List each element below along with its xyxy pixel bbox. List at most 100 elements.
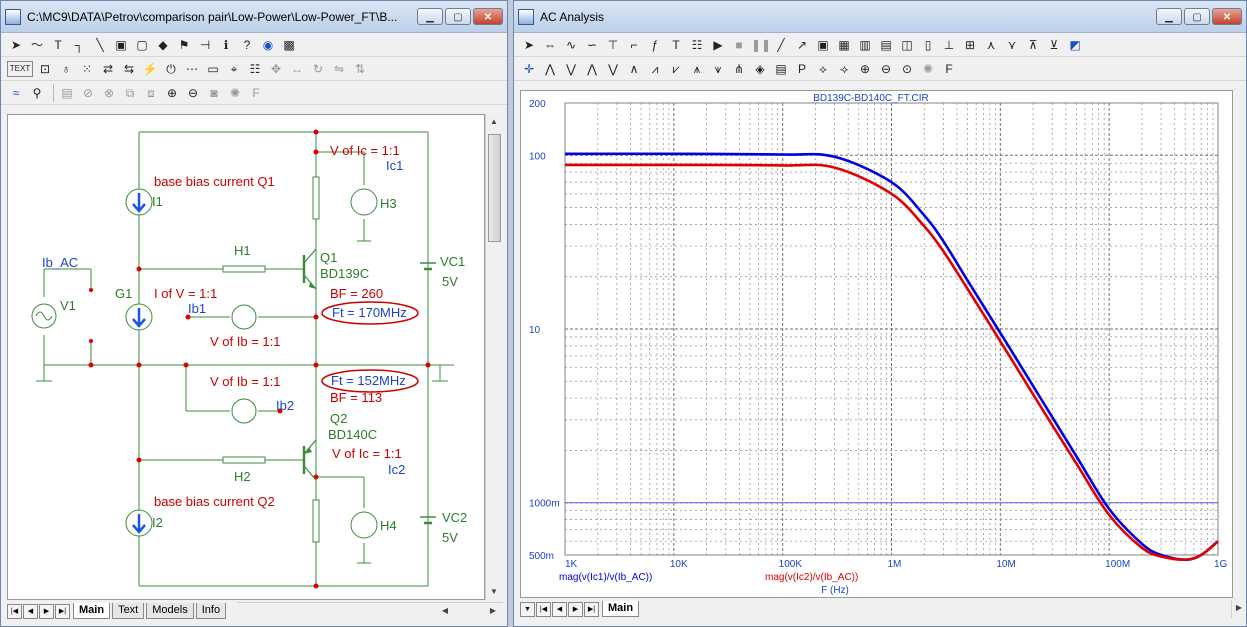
minimize-button[interactable]: ▁ xyxy=(417,8,443,25)
top-icon[interactable]: ⩚ xyxy=(688,60,706,78)
valley-cursor-icon[interactable]: ⋁ xyxy=(562,60,580,78)
current-source-g1[interactable] xyxy=(125,303,153,331)
analysis-scroll-corner[interactable]: ▶ xyxy=(1231,600,1246,618)
axis-icon[interactable]: ⊥ xyxy=(940,36,958,54)
info-icon[interactable]: ℹ xyxy=(217,36,235,54)
high-cursor-icon[interactable]: ⋀ xyxy=(583,60,601,78)
sense-ic2[interactable] xyxy=(312,499,320,543)
cursor-mode-icon[interactable]: ✛ xyxy=(520,60,538,78)
tab-dropdown-icon[interactable]: ▼ xyxy=(520,601,535,617)
on-off-icon[interactable]: ⏻ xyxy=(162,60,180,78)
node-voltage-icon[interactable]: ⇄ xyxy=(99,60,117,78)
waveform-alt-icon[interactable]: ∽ xyxy=(583,36,601,54)
slope-icon[interactable]: ⋔ xyxy=(730,60,748,78)
source-ib2[interactable] xyxy=(231,398,257,424)
properties-icon[interactable]: ☷ xyxy=(688,36,706,54)
minimize-button[interactable]: ▁ xyxy=(1156,8,1182,25)
major-grid-icon[interactable]: ◫ xyxy=(898,36,916,54)
zoom-out-icon[interactable]: ⊖ xyxy=(877,60,895,78)
text-tool-icon[interactable]: T xyxy=(667,36,685,54)
pin-connections-icon[interactable]: ♁ xyxy=(57,60,75,78)
tab-models[interactable]: Models xyxy=(146,603,194,619)
wave-icon[interactable]: 〜 xyxy=(28,36,46,54)
sense-h1[interactable] xyxy=(222,265,266,273)
font-icon[interactable]: F xyxy=(940,60,958,78)
cursor-palette-icon[interactable]: ◈ xyxy=(751,60,769,78)
vertical-grid-icon[interactable]: ▥ xyxy=(856,36,874,54)
waveform-icon[interactable]: ∿ xyxy=(562,36,580,54)
schematic-titlebar[interactable]: C:\MC9\DATA\Petrov\comparison pair\Low-P… xyxy=(1,1,507,33)
pin-icon[interactable]: ⊣ xyxy=(196,36,214,54)
close-button[interactable]: ✕ xyxy=(1212,8,1242,25)
y-cursor-icon[interactable]: ⟢ xyxy=(835,60,853,78)
grid-icon[interactable]: ▦ xyxy=(835,36,853,54)
close-button[interactable]: ✕ xyxy=(473,8,503,25)
chart-icon[interactable]: ◩ xyxy=(1066,36,1084,54)
node-numbers-icon[interactable]: ⊡ xyxy=(36,60,54,78)
source-ib1[interactable] xyxy=(231,304,257,330)
dots-icon[interactable]: ⋯ xyxy=(183,60,201,78)
last-page-icon[interactable]: ▶| xyxy=(55,603,70,619)
source-h3[interactable] xyxy=(350,188,378,216)
rectangle-tool-icon[interactable]: ▢ xyxy=(133,36,151,54)
transistor-q1[interactable] xyxy=(302,248,317,290)
scroll-thumb[interactable] xyxy=(488,134,501,242)
grid-icon[interactable]: ⁙ xyxy=(78,60,96,78)
cursor-icon[interactable]: ⌖ xyxy=(225,60,243,78)
text-tool-icon[interactable]: T xyxy=(49,36,67,54)
sense-h2[interactable] xyxy=(222,456,266,464)
minor-grid-icon[interactable]: ▯ xyxy=(919,36,937,54)
first-page-icon[interactable]: |◀ xyxy=(536,601,551,617)
tab-main[interactable]: Main xyxy=(73,603,111,619)
tab-info[interactable]: Info xyxy=(195,603,227,619)
component-icon[interactable]: ▣ xyxy=(112,36,130,54)
prev-page-icon[interactable]: ◀ xyxy=(552,601,567,617)
fft-icon[interactable]: ƒ xyxy=(646,36,664,54)
source-h4[interactable] xyxy=(350,511,378,539)
select-arrow-icon[interactable]: ➤ xyxy=(520,36,538,54)
schematic-horizontal-scrollbar[interactable]: ◀ ▶ xyxy=(237,602,503,620)
p-label-icon[interactable]: P xyxy=(793,60,811,78)
zoom-in-icon[interactable]: ⊕ xyxy=(856,60,874,78)
probe-icon[interactable]: ▩ xyxy=(280,36,298,54)
zoom-out-icon[interactable]: ⊖ xyxy=(184,84,202,102)
line-icon[interactable]: ╱ xyxy=(772,36,790,54)
plot-area[interactable]: BD139C-BD140C_FT.CIR 200 100 10 1000m 500m 1… xyxy=(520,90,1233,598)
shapes-dropdown-icon[interactable]: ◆ xyxy=(154,36,172,54)
text-mode-icon[interactable]: TEXT xyxy=(7,60,33,77)
schematic-vertical-scrollbar[interactable]: ▲ ▼ xyxy=(485,114,503,600)
diagonal-wire-icon[interactable]: ╲ xyxy=(91,36,109,54)
prev-page-icon[interactable]: ◀ xyxy=(23,603,38,619)
line-arrow-icon[interactable]: ↗ xyxy=(793,36,811,54)
tab-main[interactable]: Main xyxy=(602,601,640,617)
run-icon[interactable]: ▶ xyxy=(709,36,727,54)
toggle-icon[interactable]: ⊤ xyxy=(604,36,622,54)
global-high-icon[interactable]: ⩘ xyxy=(646,60,664,78)
power-icon[interactable]: ⚡ xyxy=(141,60,159,78)
current-icon[interactable]: ⇆ xyxy=(120,60,138,78)
flag-icon[interactable]: ⚑ xyxy=(175,36,193,54)
last-page-icon[interactable]: ▶| xyxy=(584,601,599,617)
valley-icon[interactable]: ⋎ xyxy=(1003,36,1021,54)
x-cursor-icon[interactable]: ⟡ xyxy=(814,60,832,78)
border-icon[interactable]: ▣ xyxy=(814,36,832,54)
transistor-q2[interactable] xyxy=(302,439,317,481)
high-icon[interactable]: ⊼ xyxy=(1024,36,1042,54)
waveform-icon[interactable]: ≈ xyxy=(7,84,25,102)
properties-icon[interactable]: ☷ xyxy=(246,60,264,78)
tab-text[interactable]: Text xyxy=(112,603,145,619)
bottom-icon[interactable]: ⩛ xyxy=(709,60,727,78)
zoom-fit-icon[interactable]: ⊙ xyxy=(898,60,916,78)
scroll-up-arrow-icon[interactable]: ▲ xyxy=(486,114,502,130)
scroll-down-arrow-icon[interactable]: ▼ xyxy=(486,584,502,600)
peak-icon[interactable]: ⋏ xyxy=(982,36,1000,54)
low-cursor-icon[interactable]: ⋁ xyxy=(604,60,622,78)
list-icon[interactable]: ▤ xyxy=(772,60,790,78)
first-page-icon[interactable]: |◀ xyxy=(7,603,22,619)
low-icon[interactable]: ⊻ xyxy=(1045,36,1063,54)
current-source-i1[interactable] xyxy=(125,188,153,216)
inflection-icon[interactable]: ∧ xyxy=(625,60,643,78)
sense-ic1[interactable] xyxy=(312,176,320,220)
schematic-canvas[interactable]: .w { stroke:#3c8c3c; stroke-width:1; fil… xyxy=(7,114,485,600)
stepped-icon[interactable]: ⌐ xyxy=(625,36,643,54)
